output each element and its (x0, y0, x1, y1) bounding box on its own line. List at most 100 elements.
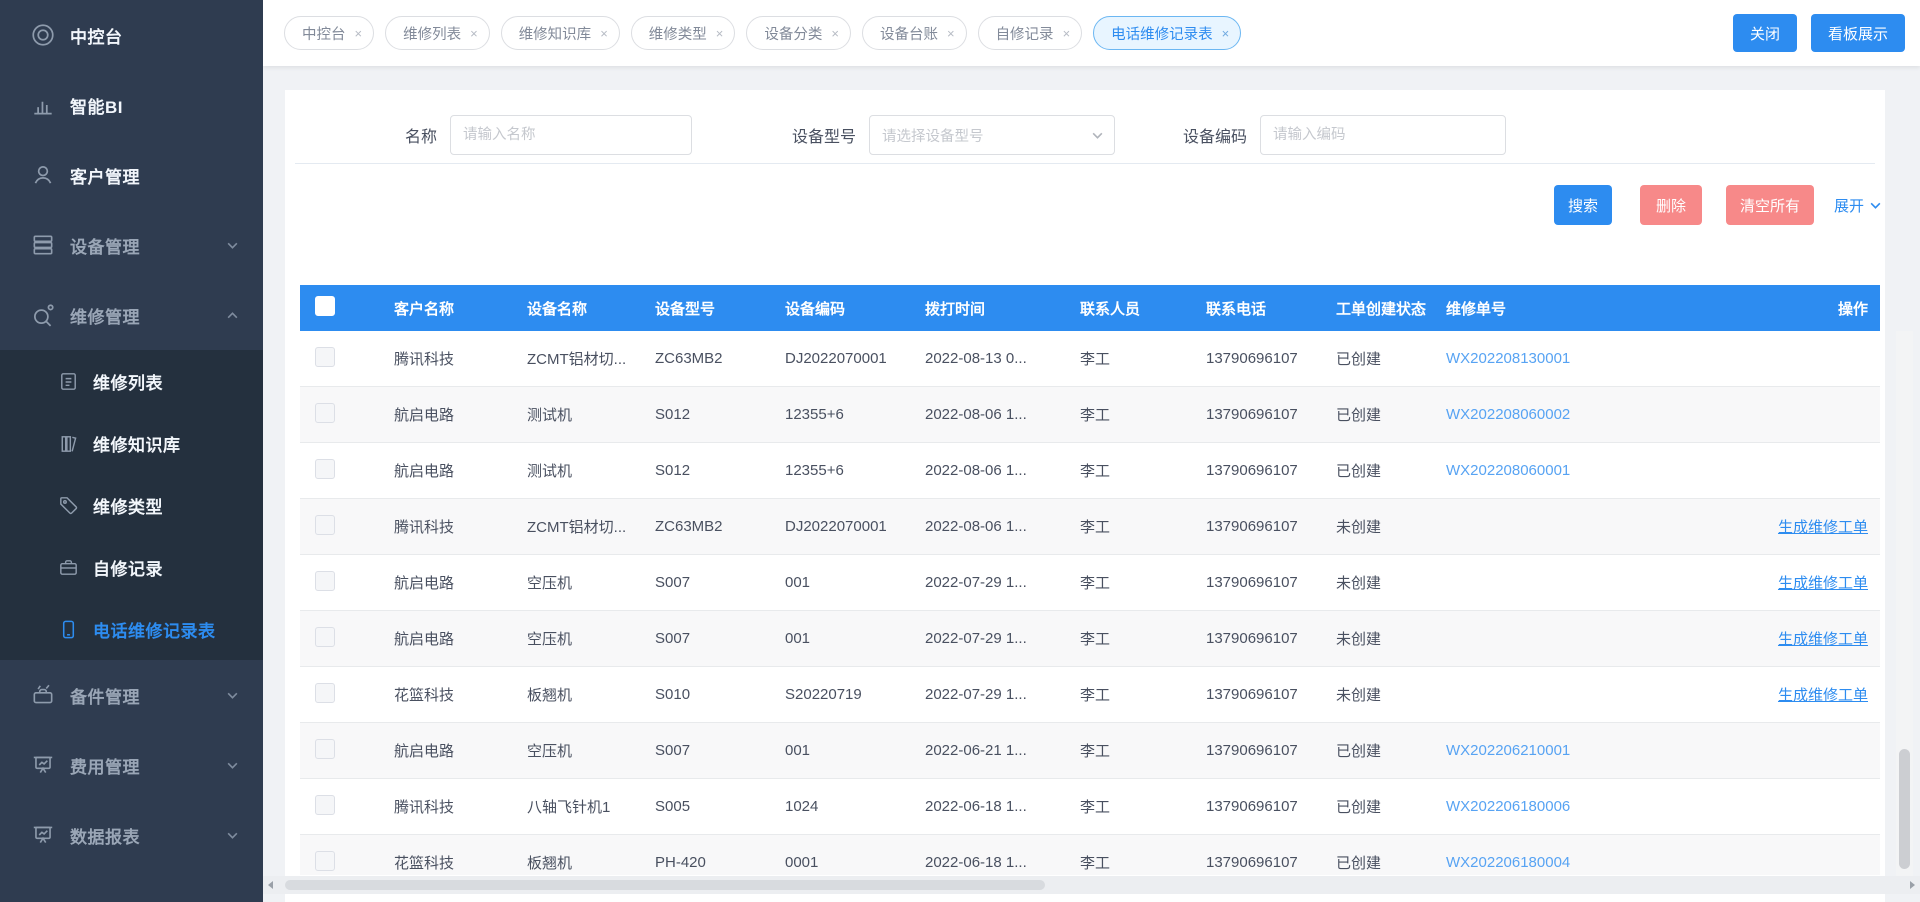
horizontal-scrollbar-thumb[interactable] (285, 880, 1045, 890)
sidebar-item-phone-repair-records[interactable]: 电话维修记录表 (0, 598, 263, 660)
cell-device-code: 001 (785, 574, 925, 591)
repair-order-link[interactable]: WX202208060001 (1446, 462, 1570, 479)
repair-order-link[interactable]: WX202206210001 (1446, 742, 1570, 759)
cell-phone: 13790696107 (1206, 630, 1336, 647)
repair-order-link[interactable]: WX202208130001 (1446, 350, 1570, 367)
vertical-scrollbar[interactable] (1896, 331, 1913, 876)
close-icon[interactable]: × (716, 27, 724, 40)
sidebar-item-system-settings[interactable]: 系统设置 (0, 882, 263, 902)
table-row: 花篮科技 板翘机 PH-420 0001 2022-06-18 1... 李工 … (300, 835, 1880, 875)
tab-label: 设备分类 (764, 23, 822, 44)
cell-order-status: 未创建 (1336, 572, 1446, 593)
cell-customer: 腾讯科技 (394, 348, 527, 369)
row-checkbox[interactable] (315, 851, 335, 871)
clear-all-button[interactable]: 清空所有 (1726, 185, 1814, 225)
sidebar-item-repair-mgmt[interactable]: 维修管理 (0, 280, 263, 350)
cell-order-status: 已创建 (1336, 740, 1446, 761)
row-checkbox[interactable] (315, 347, 335, 367)
search-button[interactable]: 搜索 (1554, 185, 1612, 225)
tab[interactable]: 中控台 × (284, 16, 374, 50)
tab[interactable]: 维修类型 × (631, 16, 736, 50)
scroll-right-arrow-icon[interactable] (1910, 881, 1915, 889)
board-display-button[interactable]: 看板展示 (1811, 14, 1905, 52)
cell-order-status: 未创建 (1336, 628, 1446, 649)
device-code-label: 设备编码 (1183, 123, 1247, 147)
table-row: 航启电路 空压机 S007 001 2022-07-29 1... 李工 137… (300, 555, 1880, 611)
repair-order-link[interactable]: WX202206180006 (1446, 798, 1570, 815)
delete-button[interactable]: 删除 (1640, 185, 1702, 225)
tab-label: 维修列表 (403, 23, 461, 44)
search-form: 名称 设备型号 请选择设备型号 设备编码 (285, 115, 1885, 155)
tab-label: 中控台 (302, 23, 346, 44)
sidebar-item-repair-type[interactable]: 维修类型 (0, 474, 263, 536)
row-checkbox[interactable] (315, 459, 335, 479)
row-checkbox[interactable] (315, 627, 335, 647)
device-code-input[interactable] (1261, 116, 1505, 154)
cell-device-model: S005 (655, 798, 785, 815)
sidebar-item-data-reports[interactable]: 数据报表 (0, 800, 263, 870)
close-icon[interactable]: × (470, 27, 478, 40)
records-table: 客户名称 设备名称 设备型号 设备编码 拨打时间 联系人员 联系电话 工单创建状… (300, 285, 1880, 875)
cell-order-status: 已创建 (1336, 404, 1446, 425)
sidebar-item-spare-parts[interactable]: 备件管理 (0, 660, 263, 730)
sidebar-item-customers[interactable]: 客户管理 (0, 140, 263, 210)
repair-order-link[interactable]: WX202206180004 (1446, 854, 1570, 871)
expand-toggle[interactable]: 展开 (1834, 195, 1882, 216)
sidebar-item-console[interactable]: 中控台 (0, 0, 263, 70)
row-checkbox[interactable] (315, 403, 335, 423)
chevron-down-icon (226, 239, 239, 252)
close-button[interactable]: 关闭 (1733, 14, 1797, 52)
chevron-down-icon (226, 829, 239, 842)
form-divider (295, 163, 1875, 164)
cell-device-name: 空压机 (527, 628, 655, 649)
close-icon[interactable]: × (947, 27, 955, 40)
generate-order-link[interactable]: 生成维修工单 (1778, 687, 1868, 704)
toolbox-icon (30, 682, 56, 708)
sidebar-item-self-repair-records[interactable]: 自修记录 (0, 536, 263, 598)
tab[interactable]: 自修记录 × (978, 16, 1083, 50)
vertical-scrollbar-thumb[interactable] (1899, 749, 1910, 869)
content-area: 名称 设备型号 请选择设备型号 设备编码 搜索 删除 (263, 66, 1920, 902)
horizontal-scrollbar[interactable] (263, 876, 1920, 894)
close-icon[interactable]: × (1063, 27, 1071, 40)
column-header: 工单创建状态 (1336, 298, 1446, 319)
close-icon[interactable]: × (355, 27, 363, 40)
select-all-checkbox[interactable] (315, 296, 335, 316)
row-checkbox[interactable] (315, 571, 335, 591)
chevron-up-icon (226, 309, 239, 322)
row-checkbox[interactable] (315, 739, 335, 759)
cell-contact: 李工 (1080, 348, 1206, 369)
cell-device-model: S012 (655, 406, 785, 423)
generate-order-link[interactable]: 生成维修工单 (1778, 631, 1868, 648)
scroll-left-arrow-icon[interactable] (268, 881, 273, 889)
close-icon[interactable]: × (1222, 27, 1230, 40)
generate-order-link[interactable]: 生成维修工单 (1778, 519, 1868, 536)
close-icon[interactable]: × (600, 27, 608, 40)
cell-device-name: 板翘机 (527, 684, 655, 705)
sidebar-item-repair-knowledge[interactable]: 维修知识库 (0, 412, 263, 474)
list-icon (57, 370, 80, 393)
chevron-down-icon (1091, 129, 1104, 142)
tab[interactable]: 维修知识库 × (501, 16, 620, 50)
repair-order-link[interactable]: WX202208060002 (1446, 406, 1570, 423)
tab[interactable]: 电话维修记录表 × (1093, 16, 1241, 50)
sidebar-item-device-mgmt[interactable]: 设备管理 (0, 210, 263, 280)
sidebar-item-fee-mgmt[interactable]: 费用管理 (0, 730, 263, 800)
generate-order-link[interactable]: 生成维修工单 (1778, 575, 1868, 592)
cell-device-code: 001 (785, 630, 925, 647)
name-input[interactable] (451, 116, 691, 154)
sidebar-item-bi[interactable]: 智能BI (0, 70, 263, 140)
cell-device-name: 空压机 (527, 740, 655, 761)
row-checkbox[interactable] (315, 683, 335, 703)
close-icon[interactable]: × (831, 27, 839, 40)
cell-phone: 13790696107 (1206, 798, 1336, 815)
tab[interactable]: 设备分类 × (746, 16, 851, 50)
row-checkbox[interactable] (315, 795, 335, 815)
tab[interactable]: 设备台账 × (862, 16, 967, 50)
cell-customer: 航启电路 (394, 460, 527, 481)
repair-submenu: 维修列表 维修知识库 维修类型 自修记录 (0, 350, 263, 660)
device-model-select[interactable]: 请选择设备型号 (869, 115, 1115, 155)
tab[interactable]: 维修列表 × (385, 16, 490, 50)
sidebar-item-repair-list[interactable]: 维修列表 (0, 350, 263, 412)
row-checkbox[interactable] (315, 515, 335, 535)
